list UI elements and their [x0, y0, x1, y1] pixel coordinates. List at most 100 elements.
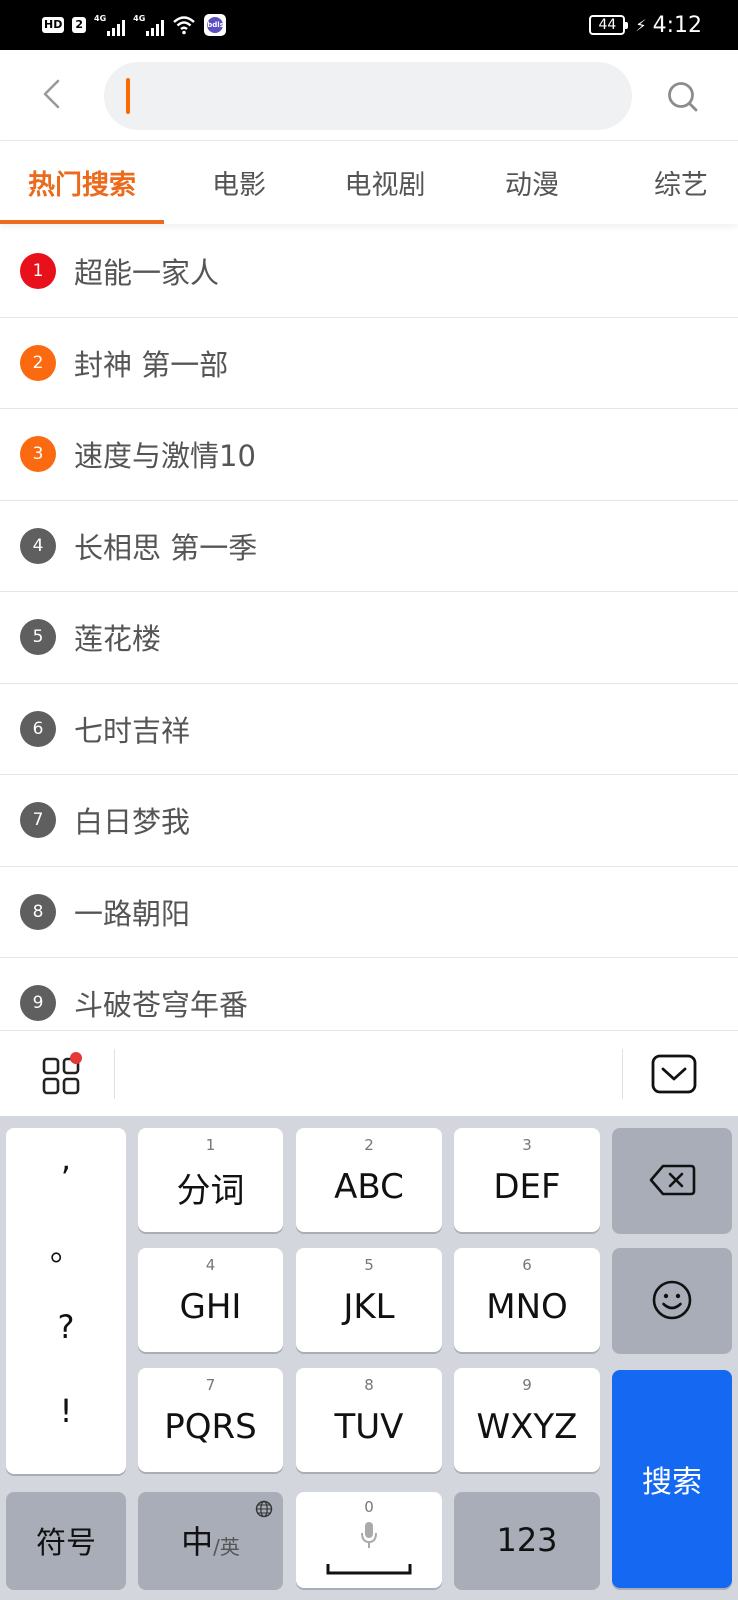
list-item[interactable]: 7 白日梦我	[0, 775, 738, 867]
punct-key-comma[interactable]: ,	[6, 1140, 126, 1178]
key-label: JKL	[343, 1287, 395, 1327]
key-number: 0	[364, 1498, 374, 1516]
key-number: 1	[205, 1136, 216, 1154]
backspace-key[interactable]	[612, 1128, 732, 1232]
symbols-key-label: 符号	[36, 1526, 96, 1561]
search-button[interactable]	[660, 74, 706, 120]
key-7[interactable]: 7 PQRS	[138, 1368, 283, 1472]
backspace-icon	[649, 1164, 696, 1196]
key-2[interactable]: 2 ABC	[296, 1128, 442, 1232]
punct-key-period[interactable]: 。	[6, 1224, 126, 1270]
rank-badge: 1	[20, 253, 56, 290]
hide-keyboard-button[interactable]	[650, 1053, 698, 1095]
search-key[interactable]: 搜索	[612, 1370, 732, 1588]
item-title: 超能一家人	[74, 256, 220, 291]
keyboard: , 。 ? ! 1 分词 2 ABC 3 DEF 4 GHI 5 JKL 6 M…	[0, 1116, 738, 1600]
rank-badge: 3	[20, 436, 56, 473]
hd-voice-icon: HD	[42, 17, 65, 33]
key-number: 3	[522, 1136, 532, 1154]
key-1[interactable]: 1 分词	[138, 1128, 283, 1232]
rank-badge: 8	[20, 893, 56, 930]
key-6[interactable]: 6 MNO	[454, 1248, 600, 1352]
punctuation-column: , 。 ? !	[6, 1128, 126, 1474]
search-key-label: 搜索	[642, 1465, 702, 1500]
space-key[interactable]: 0	[296, 1492, 442, 1588]
status-icons-left: HD 2 4G 4G bdls	[42, 12, 227, 38]
spacebar-icon	[326, 1564, 412, 1575]
item-title: 长相思 第一季	[74, 530, 258, 565]
punct-key-exclaim[interactable]: !	[6, 1392, 126, 1430]
item-title: 封神 第一部	[74, 347, 229, 382]
tab-movies[interactable]: 电影	[164, 141, 314, 224]
app-notification-icon: bdls	[204, 14, 227, 36]
network-type-label: 4G	[94, 14, 107, 23]
status-time: 4:12	[652, 12, 702, 38]
key-number: 2	[364, 1136, 374, 1154]
key-label: TUV	[334, 1407, 404, 1447]
key-4[interactable]: 4 GHI	[138, 1248, 283, 1352]
smiley-icon	[652, 1280, 692, 1320]
list-item[interactable]: 1 超能一家人	[0, 226, 738, 318]
divider	[114, 1049, 115, 1099]
emoji-key[interactable]	[612, 1248, 732, 1352]
divider	[622, 1049, 623, 1099]
tab-anime[interactable]: 动漫	[456, 141, 608, 224]
hot-search-list: 1 超能一家人 2 封神 第一部 3 速度与激情10 4 长相思 第一季 5 莲…	[0, 226, 738, 1030]
lang-main-label: 中	[181, 1523, 214, 1561]
tab-variety[interactable]: 综艺	[608, 141, 738, 224]
sim-2-icon: 2	[72, 17, 86, 33]
rank-badge: 6	[20, 710, 56, 747]
numbers-key[interactable]: 123	[454, 1492, 600, 1588]
item-title: 白日梦我	[74, 805, 191, 840]
key-label: WXYZ	[476, 1407, 578, 1447]
status-bar: HD 2 4G 4G bdls 44 ⚡ 4:12	[0, 0, 738, 50]
rank-badge: 9	[20, 985, 56, 1022]
key-label: PQRS	[164, 1407, 257, 1447]
language-switch-key[interactable]: 中 /英	[138, 1492, 283, 1588]
list-item[interactable]: 9 斗破苍穹年番	[0, 958, 738, 1030]
search-box[interactable]	[104, 62, 632, 130]
key-label: 分词	[176, 1170, 245, 1211]
item-title: 莲花楼	[74, 622, 162, 657]
tab-hot-search[interactable]: 热门搜索	[0, 141, 164, 224]
symbols-key[interactable]: 符号	[6, 1492, 126, 1588]
list-item[interactable]: 6 七时吉祥	[0, 684, 738, 775]
key-9[interactable]: 9 WXYZ	[454, 1368, 600, 1472]
text-cursor	[126, 78, 130, 114]
category-tabs: 热门搜索 电影 电视剧 动漫 综艺	[0, 141, 738, 224]
lang-alt-label: /英	[213, 1534, 240, 1559]
key-label: MNO	[486, 1287, 568, 1327]
list-item[interactable]: 8 一路朝阳	[0, 867, 738, 958]
list-item[interactable]: 4 长相思 第一季	[0, 501, 738, 592]
key-8[interactable]: 8 TUV	[296, 1368, 442, 1472]
punct-key-question[interactable]: ?	[6, 1308, 126, 1346]
item-title: 七时吉祥	[74, 713, 191, 748]
list-item[interactable]: 2 封神 第一部	[0, 318, 738, 409]
key-number: 6	[522, 1256, 532, 1274]
list-item[interactable]: 3 速度与激情10	[0, 409, 738, 501]
rank-badge: 2	[20, 344, 56, 381]
key-label: GHI	[179, 1287, 242, 1327]
list-item[interactable]: 5 莲花楼	[0, 592, 738, 684]
back-button[interactable]	[30, 72, 74, 116]
keyboard-menu-button[interactable]	[38, 1051, 86, 1099]
key-3[interactable]: 3 DEF	[454, 1128, 600, 1232]
globe-icon	[255, 1500, 273, 1518]
search-input[interactable]	[124, 62, 604, 130]
keyboard-collapse-icon	[651, 1054, 697, 1094]
key-number: 9	[522, 1376, 532, 1394]
battery-icon: 44	[589, 15, 629, 35]
key-5[interactable]: 5 JKL	[296, 1248, 442, 1352]
key-number: 7	[205, 1376, 216, 1394]
key-label: DEF	[493, 1167, 561, 1207]
rank-badge: 7	[20, 802, 56, 839]
signal-icon-2: 4G	[133, 14, 165, 36]
notification-dot	[70, 1052, 82, 1064]
charging-icon: ⚡	[635, 15, 647, 35]
signal-icon-1: 4G	[94, 14, 126, 36]
search-icon	[668, 82, 698, 112]
active-tab-indicator	[0, 220, 164, 224]
keyboard-toolbar	[0, 1030, 738, 1116]
search-header	[0, 50, 738, 141]
tab-tv-series[interactable]: 电视剧	[314, 141, 456, 224]
